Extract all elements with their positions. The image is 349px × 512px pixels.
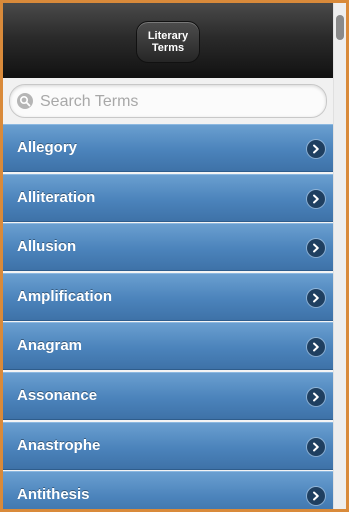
chevron-right-icon — [307, 140, 325, 158]
terms-list: Allegory Alliteration Allusion Amplifica… — [3, 124, 333, 509]
list-item-label: Alliteration — [17, 188, 96, 206]
list-item-label: Assonance — [17, 386, 98, 404]
search-icon — [17, 93, 33, 109]
search-box[interactable] — [9, 84, 327, 118]
list-item[interactable]: Antithesis — [3, 471, 333, 509]
chevron-right-icon — [307, 189, 325, 208]
list-item[interactable]: Assonance — [3, 371, 333, 420]
list-item[interactable]: Anagram — [3, 322, 333, 371]
list-item-label: Amplification — [17, 287, 113, 305]
list-item-label: Allusion — [17, 238, 77, 256]
list-item[interactable]: Allegory — [3, 124, 333, 172]
list-item-label: Allegory — [17, 139, 78, 156]
chevron-right-icon — [307, 338, 325, 357]
chevron-right-icon — [307, 437, 325, 456]
app-frame: Literary Terms Allegory Alliteration All… — [0, 0, 349, 512]
header-bar: Literary Terms — [3, 3, 333, 78]
list-item[interactable]: Allusion — [3, 223, 333, 272]
list-item[interactable]: Amplification — [3, 272, 333, 321]
scrollbar-thumb[interactable] — [336, 15, 344, 40]
list-item-label: Anastrophe — [17, 436, 101, 454]
list-item-label: Anagram — [17, 337, 83, 355]
chevron-right-icon — [307, 288, 325, 307]
list-item[interactable]: Alliteration — [3, 173, 333, 222]
page-title: Literary Terms — [136, 21, 200, 63]
list-item-label: Antithesis — [17, 486, 90, 504]
search-bar — [3, 78, 333, 125]
chevron-right-icon — [307, 487, 325, 506]
search-input[interactable] — [38, 86, 312, 118]
chevron-right-icon — [307, 239, 325, 258]
chevron-right-icon — [307, 387, 325, 406]
scrollbar[interactable] — [333, 3, 346, 509]
list-item[interactable]: Anastrophe — [3, 421, 333, 470]
